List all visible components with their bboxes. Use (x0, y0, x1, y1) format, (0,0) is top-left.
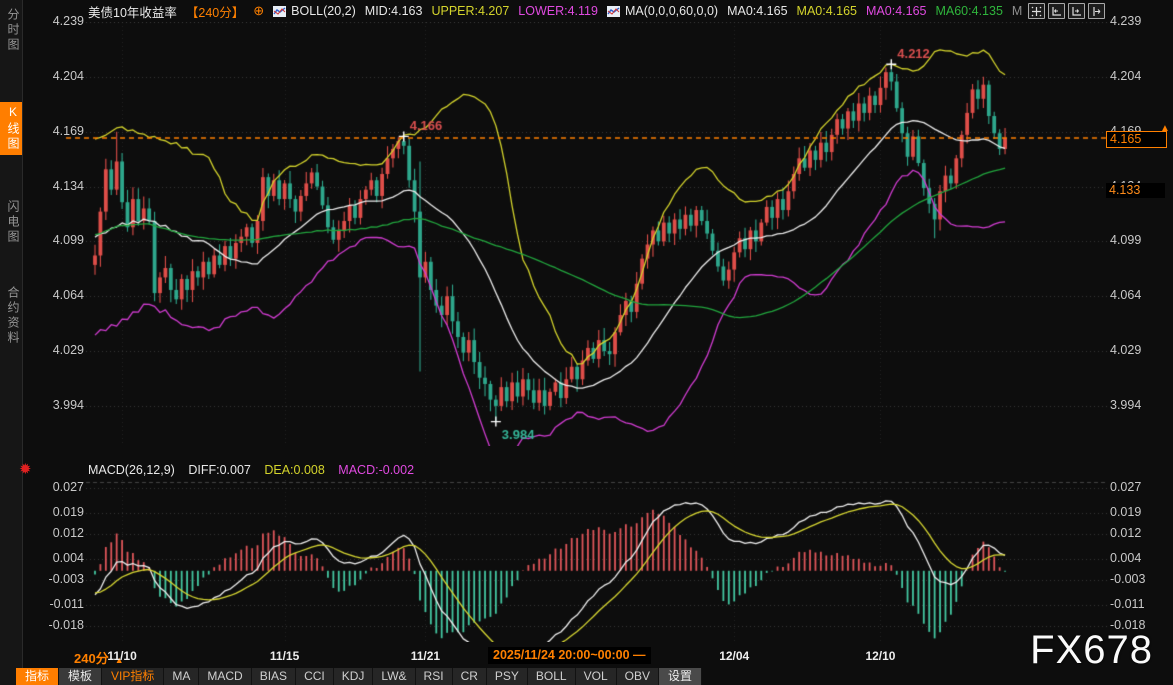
boll-mini-chart-icon[interactable] (273, 6, 286, 17)
tab-indicators[interactable]: 指标 (16, 668, 59, 685)
price-tick-label: 3.994 (38, 398, 84, 412)
price-tick-label: 4.064 (38, 288, 84, 302)
price-tick-label: 4.204 (1110, 69, 1166, 83)
date-label: 11/21 (403, 649, 447, 663)
ma-mini-chart-icon[interactable] (607, 6, 620, 17)
ma0-yellow-value: MA0:4.165 (797, 4, 857, 18)
sidebar: 分时图 K线图 闪电图 合约资料 (0, 0, 23, 685)
selected-bar-time: 2025/11/24 20:00~00:00 — (488, 647, 651, 664)
axis-scale-right-icon (1071, 6, 1082, 17)
tab-rsi[interactable]: RSI (416, 668, 453, 685)
tab-lwr[interactable]: LW& (373, 668, 415, 685)
price-tick-label: 4.239 (38, 14, 84, 28)
boll-lower-value: LOWER:4.119 (518, 4, 598, 18)
axis-scale-left-button[interactable] (1048, 3, 1065, 19)
date-label: 12/10 (858, 649, 902, 663)
price-tick-label: 4.099 (38, 233, 84, 247)
date-label: 12/04 (712, 649, 756, 663)
axis-scale-left-icon (1051, 6, 1062, 17)
period-label[interactable]: 【240分】 (186, 2, 244, 21)
ma-name: MA(0,0,0,60,0,0) (625, 4, 718, 18)
reference-price-badge: 4.133 (1106, 183, 1165, 198)
boll-name: BOLL(20,2) (291, 4, 356, 18)
tab-vol[interactable]: VOL (576, 668, 617, 685)
tab-vip-indicators[interactable]: VIP指标 (102, 668, 164, 685)
tab-psy[interactable]: PSY (487, 668, 528, 685)
macd-dea-value: DEA:0.008 (264, 463, 324, 477)
price-tick-label: 4.239 (1110, 14, 1166, 28)
price-tick-label: 4.064 (1110, 288, 1166, 302)
price-tick-label: 4.169 (38, 124, 84, 138)
sidebar-item-contract-info[interactable]: 合约资料 (0, 283, 22, 349)
price-tick-label: 4.134 (38, 179, 84, 193)
current-price-badge: 4.165 (1106, 131, 1167, 148)
date-label: 11/10 (100, 649, 144, 663)
date-label: 11/15 (263, 649, 307, 663)
ma-extra-label: M (1012, 4, 1022, 18)
price-tick-label: 4.099 (1110, 233, 1166, 247)
watermark: FX678 (1030, 628, 1153, 673)
sidebar-item-kline-chart[interactable]: K线图 (0, 102, 22, 155)
price-tick-label: 4.029 (38, 343, 84, 357)
boll-upper-value: UPPER:4.207 (431, 4, 509, 18)
tab-templates[interactable]: 模板 (59, 668, 102, 685)
instrument-title: 美债10年收益率 (88, 2, 177, 21)
macd-diff-value: DIFF:0.007 (188, 463, 251, 477)
app-window: 分时图 K线图 闪电图 合约资料 美债10年收益率 【240分】 ⊕ BOLL(… (0, 0, 1173, 685)
macd-name: MACD(26,12,9) (88, 463, 175, 477)
ma0-white-value: MA0:4.165 (727, 4, 787, 18)
crosshair-icon (1031, 6, 1042, 17)
tab-boll[interactable]: BOLL (528, 668, 576, 685)
tab-ma[interactable]: MA (164, 668, 199, 685)
macd-header: MACD(26,12,9) DIFF:0.007 DEA:0.008 MACD:… (88, 463, 424, 477)
sidebar-item-timeshare-chart[interactable]: 分时图 (0, 5, 22, 56)
tab-bias[interactable]: BIAS (252, 668, 296, 685)
target-icon[interactable]: ⊕ (253, 3, 264, 19)
tab-cr[interactable]: CR (453, 668, 487, 685)
time-axis: 240分▲ 11/1011/1511/2112/0412/10 2025/11/… (0, 645, 1173, 668)
indicator-toolbar: 指标 模板 VIP指标 MA MACD BIAS CCI KDJ LW& RSI… (16, 668, 702, 685)
pan-right-button[interactable] (1088, 3, 1105, 19)
macd-hist-value: MACD:-0.002 (338, 463, 414, 477)
ma60-value: MA60:4.135 (935, 4, 1002, 18)
price-up-arrow-icon: ▲ (1160, 123, 1170, 134)
axis-scale-right-button[interactable] (1068, 3, 1085, 19)
chart-tools (1028, 3, 1105, 19)
tab-kdj[interactable]: KDJ (334, 668, 374, 685)
indicator-settings-icon[interactable]: ✹ (19, 460, 32, 478)
crosshair-button[interactable] (1028, 3, 1045, 19)
sidebar-item-lightning-chart[interactable]: 闪电图 (0, 197, 22, 248)
main-price-chart[interactable] (22, 22, 1173, 446)
tab-macd[interactable]: MACD (199, 668, 251, 685)
price-tick-label: 4.029 (1110, 343, 1166, 357)
ma0-magenta-value: MA0:4.165 (866, 4, 926, 18)
pan-right-icon (1091, 6, 1102, 17)
tab-settings[interactable]: 设置 (659, 668, 702, 685)
price-tick-label: 3.994 (1110, 398, 1166, 412)
tab-cci[interactable]: CCI (296, 668, 334, 685)
tab-obv[interactable]: OBV (617, 668, 659, 685)
boll-mid-value: MID:4.163 (365, 4, 423, 18)
price-tick-label: 4.204 (38, 69, 84, 83)
chart-header: 美债10年收益率 【240分】 ⊕ BOLL(20,2) MID:4.163 U… (22, 0, 1173, 22)
macd-indicator-chart[interactable] (22, 480, 1173, 642)
